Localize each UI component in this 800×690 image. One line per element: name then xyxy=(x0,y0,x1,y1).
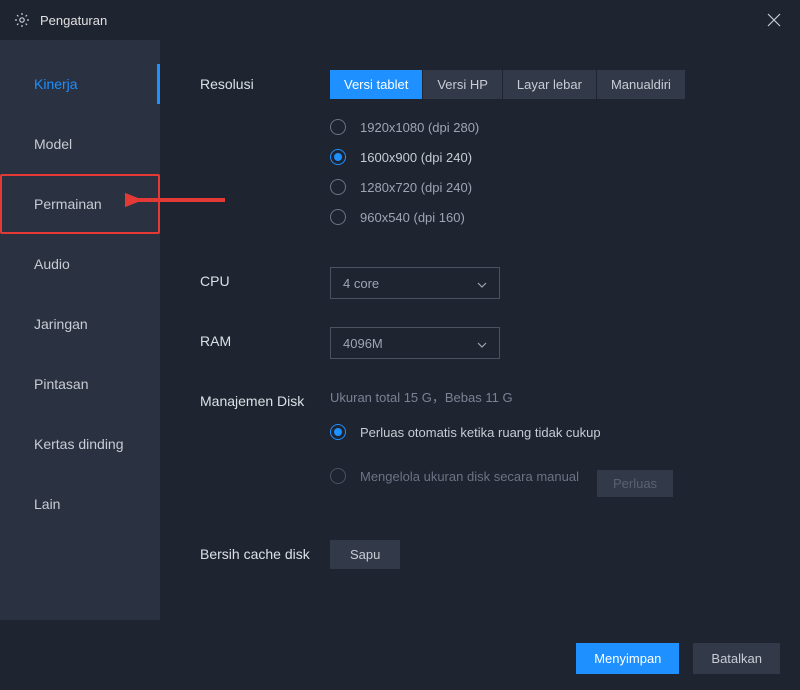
disk-label: Manajemen Disk xyxy=(200,387,330,409)
sweep-button[interactable]: Sapu xyxy=(330,540,400,569)
ram-select[interactable]: 4096M xyxy=(330,327,500,359)
tab-versi-hp[interactable]: Versi HP xyxy=(423,70,502,99)
expand-button[interactable]: Perluas xyxy=(597,470,673,497)
save-button[interactable]: Menyimpan xyxy=(576,643,679,674)
sidebar-label: Audio xyxy=(34,256,70,272)
resolution-tabs: Versi tablet Versi HP Layar lebar Manual… xyxy=(330,70,760,99)
cpu-value: 4 core xyxy=(343,276,379,291)
sidebar-item-pintasan[interactable]: Pintasan xyxy=(0,354,160,414)
sidebar-item-audio[interactable]: Audio xyxy=(0,234,160,294)
title-bar: Pengaturan xyxy=(0,0,800,40)
radio-icon xyxy=(330,424,346,440)
tab-manualdiri[interactable]: Manualdiri xyxy=(597,70,685,99)
radio-icon xyxy=(330,209,346,225)
cpu-select[interactable]: 4 core xyxy=(330,267,500,299)
disk-radio-manual[interactable]: Mengelola ukuran disk secara manual xyxy=(330,468,579,484)
radio-icon xyxy=(330,179,346,195)
disk-row: Manajemen Disk Ukuran total 15 G，Bebas 1… xyxy=(200,387,760,512)
sidebar-item-jaringan[interactable]: Jaringan xyxy=(0,294,160,354)
sidebar-item-kertas-dinding[interactable]: Kertas dinding xyxy=(0,414,160,474)
radio-icon xyxy=(330,119,346,135)
radio-icon xyxy=(330,468,346,484)
tab-versi-tablet[interactable]: Versi tablet xyxy=(330,70,422,99)
cpu-row: CPU 4 core xyxy=(200,267,760,299)
sidebar-item-lain[interactable]: Lain xyxy=(0,474,160,534)
resolution-radio-1600[interactable]: 1600x900 (dpi 240) xyxy=(330,149,760,165)
chevron-down-icon xyxy=(477,276,487,291)
content-pane: Resolusi Versi tablet Versi HP Layar leb… xyxy=(160,40,800,620)
sidebar-label: Pintasan xyxy=(34,376,88,392)
radio-icon xyxy=(330,149,346,165)
sidebar-label: Kinerja xyxy=(34,76,78,92)
sidebar-item-model[interactable]: Model xyxy=(0,114,160,174)
disk-info: Ukuran total 15 G，Bebas 11 G xyxy=(330,387,760,406)
sidebar-item-kinerja[interactable]: Kinerja xyxy=(0,54,160,114)
cache-row: Bersih cache disk Sapu xyxy=(200,540,760,569)
sidebar: Kinerja Model Permainan Audio Jaringan P… xyxy=(0,40,160,620)
main-area: Kinerja Model Permainan Audio Jaringan P… xyxy=(0,40,800,620)
cpu-label: CPU xyxy=(200,267,330,289)
disk-radio-auto[interactable]: Perluas otomatis ketika ruang tidak cuku… xyxy=(330,424,601,440)
ram-value: 4096M xyxy=(343,336,383,351)
cancel-button[interactable]: Batalkan xyxy=(693,643,780,674)
sidebar-label: Jaringan xyxy=(34,316,88,332)
window-title: Pengaturan xyxy=(40,13,107,28)
sidebar-item-permainan[interactable]: Permainan xyxy=(0,174,160,234)
cache-label: Bersih cache disk xyxy=(200,540,330,562)
chevron-down-icon xyxy=(477,336,487,351)
resolution-radio-1920[interactable]: 1920x1080 (dpi 280) xyxy=(330,119,760,135)
resolution-label: Resolusi xyxy=(200,70,330,92)
resolution-options: 1920x1080 (dpi 280) 1600x900 (dpi 240) 1… xyxy=(330,119,760,225)
close-button[interactable] xyxy=(762,8,786,32)
footer: Menyimpan Batalkan xyxy=(576,643,780,674)
sidebar-label: Permainan xyxy=(34,196,102,212)
resolution-radio-960[interactable]: 960x540 (dpi 160) xyxy=(330,209,760,225)
sidebar-label: Model xyxy=(34,136,72,152)
gear-icon xyxy=(14,12,30,28)
ram-row: RAM 4096M xyxy=(200,327,760,359)
tab-layar-lebar[interactable]: Layar lebar xyxy=(503,70,596,99)
resolution-radio-1280[interactable]: 1280x720 (dpi 240) xyxy=(330,179,760,195)
ram-label: RAM xyxy=(200,327,330,349)
sidebar-label: Kertas dinding xyxy=(34,436,124,452)
sidebar-label: Lain xyxy=(34,496,60,512)
resolution-row: Resolusi Versi tablet Versi HP Layar leb… xyxy=(200,70,760,239)
